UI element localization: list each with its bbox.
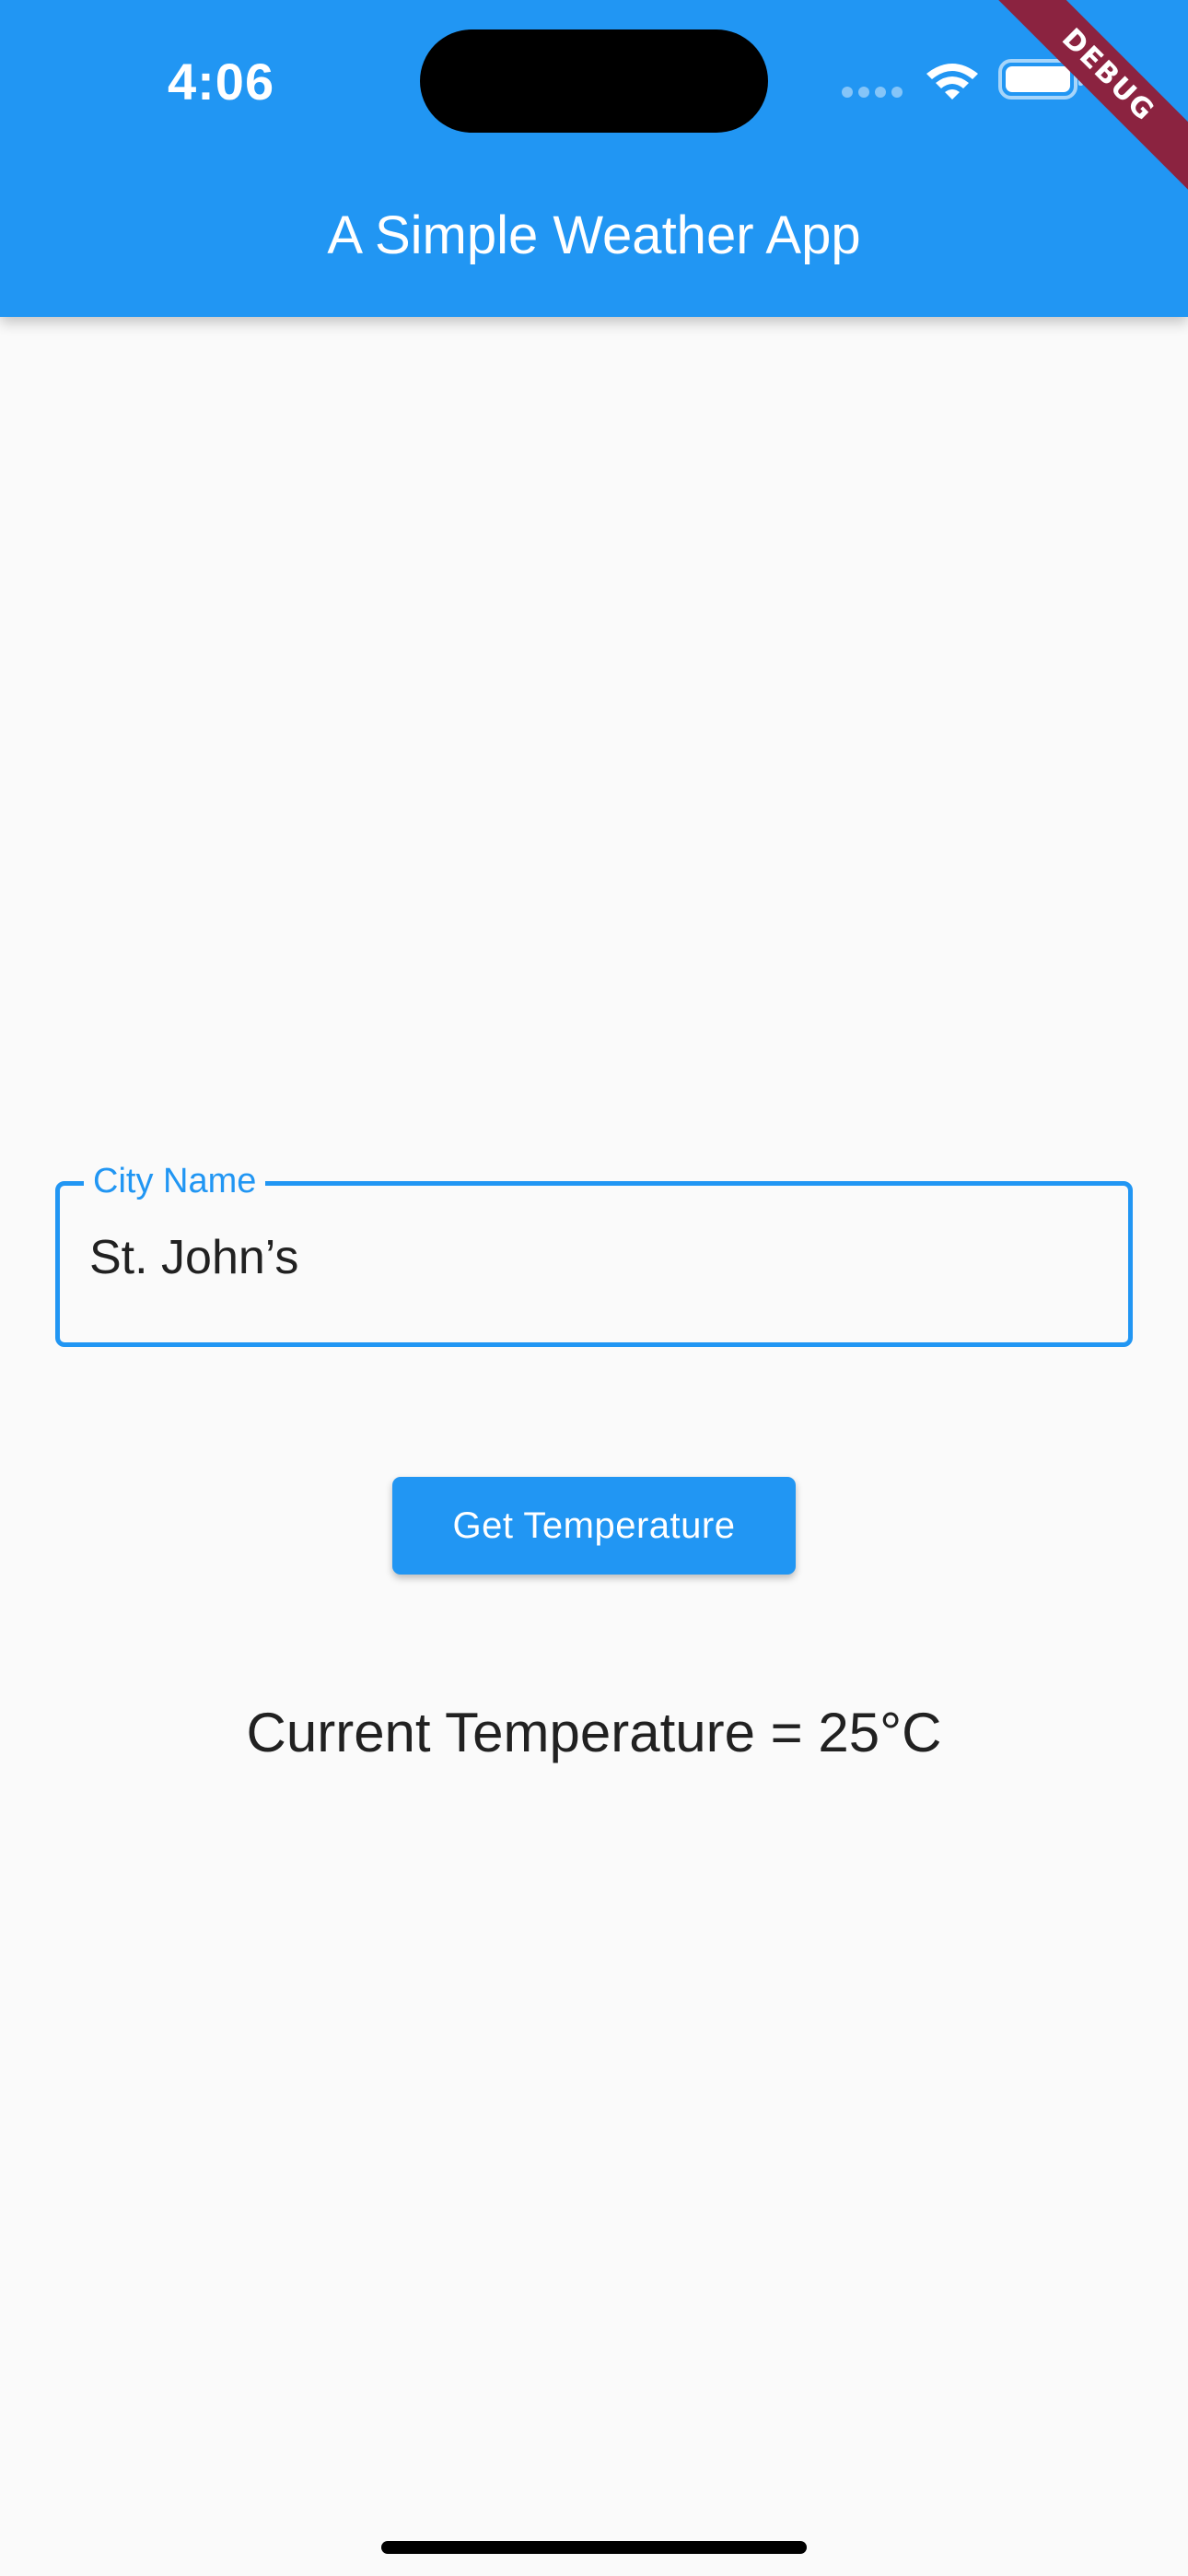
status-time: 4:06 xyxy=(168,53,275,111)
get-temperature-button[interactable]: Get Temperature xyxy=(392,1477,796,1575)
dynamic-island xyxy=(420,29,768,133)
wifi-icon xyxy=(926,64,978,100)
temperature-result: Current Temperature = 25°C xyxy=(246,1702,942,1763)
signal-dots-icon xyxy=(842,87,906,98)
city-name-label: City Name xyxy=(84,1158,266,1204)
app-title: A Simple Weather App xyxy=(327,205,861,265)
city-name-field[interactable]: City Name St. John’s xyxy=(55,1158,1133,1347)
city-name-input[interactable]: St. John’s xyxy=(89,1230,298,1285)
app-bar: 4:06 A Simple Weather App xyxy=(0,0,1188,317)
home-indicator[interactable] xyxy=(381,2541,807,2554)
